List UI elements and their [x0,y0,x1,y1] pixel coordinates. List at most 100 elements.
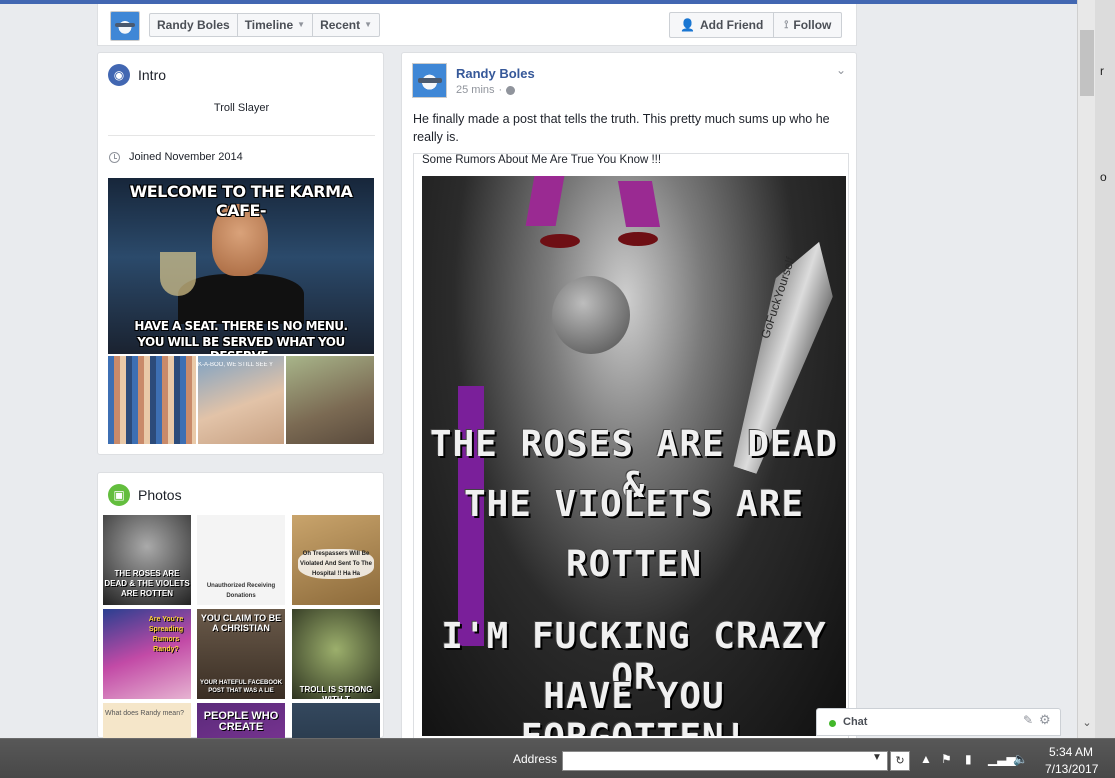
browser-viewport: Randy Boles Timeline ▼ Recent ▼ 👤 Add Frie… [0,0,1077,738]
photo-tile[interactable]: YOU CLAIM TO BE A CHRISTIAN YOUR HATEFUL… [197,609,285,699]
volume-icon[interactable]: 🔈 [1013,752,1028,766]
chat-label: Chat [843,716,868,728]
meme-eye [540,234,580,248]
photo-tile-caption: Oh Trespassers Will Be Violated And Sent… [298,549,374,579]
intro-header: ◉ Intro [108,64,166,86]
featured-photo-animal[interactable] [286,356,374,444]
chevron-down-icon[interactable]: ⌄ [836,63,846,77]
post-timestamp[interactable]: 25 mins [456,84,495,96]
address-input[interactable] [562,751,888,771]
profile-name-label: Randy Boles [157,18,230,32]
edge-glyph: o [1100,170,1107,184]
mini-photo-caption: K-A-BOO, WE STILL SEE Y [198,362,274,368]
tab-timeline[interactable]: Timeline ▼ [238,14,314,36]
featured-bottom-line1: HAVE A SEAT. THERE IS NO MENU. [134,319,348,333]
follow-button[interactable]: ⟟ Follow [773,13,841,37]
vertical-scrollbar[interactable]: ⌄ [1077,0,1095,738]
meme-text-line: HAVE YOU FORGOTTEN! [521,676,747,736]
clock-time[interactable]: 5:34 AM [1049,745,1093,759]
photos-icon: ▣ [108,484,130,506]
photo-tile-caption: TROLL IS STRONG WITH T [299,685,373,699]
photo-tile-caption: YOU CLAIM TO BE A CHRISTIAN [200,613,282,633]
meme-text-line: THE VIOLETS ARE [463,484,805,525]
photos-card: ▣ Photos THE ROSES ARE DEAD & THE VIOLET… [97,472,384,738]
featured-photo-karma-cafe[interactable]: WELCOME TO THE KARMA CAFE- HAVE A SEAT. … [108,178,374,354]
photo-tile[interactable]: TROLL IS STRONG WITH T [292,609,380,699]
clock-icon [109,151,120,163]
meme-text-line: ROTTEN [565,544,703,585]
scrollbar-thumb[interactable] [1080,30,1094,96]
separator-dot: · [498,84,503,96]
follow-label: Follow [793,18,832,32]
address-toolbar-label: Address [513,752,558,766]
add-friend-button[interactable]: 👤 Add Friend [670,13,773,37]
online-status-dot [829,720,836,727]
chat-bar[interactable]: Chat ✎ ⚙ [816,708,1061,736]
joined-row: Joined November 2014 [109,151,243,163]
photo-tile-caption: Are You're Spreading Rumors Randy? [148,616,184,653]
meme-face-paint [525,176,565,226]
compose-icon[interactable]: ✎ [1023,713,1033,727]
recent-label: Recent [320,18,361,32]
tab-profile-name[interactable]: Randy Boles [150,14,238,36]
post-author-avatar[interactable] [412,63,447,98]
windows-taskbar: Address ▼ ↻ ▲ ⚑ ▮ ▁▃▅ 🔈 5:34 AM 7/13/201… [0,738,1115,778]
network-signal-icon[interactable]: ▁▃▅ [988,752,1016,766]
featured-bottom-line2: YOU WILL BE SERVED WHAT YOU DESERVE. [137,335,345,354]
photos-title[interactable]: Photos [138,487,182,503]
photo-tile[interactable]: Oh Trespassers Will Be Violated And Sent… [292,515,380,605]
meme-glass [160,252,196,296]
photo-tile[interactable]: Are You're Spreading Rumors Randy? [103,609,191,699]
meme-nose [552,276,630,354]
shared-caption: Some Rumors About Me Are True You Know !… [422,154,662,166]
timeline-label: Timeline [244,18,294,32]
shared-photo-clown[interactable]: GoFuckYourself THE ROSES ARE DEAD & THE … [422,176,846,736]
globe-icon: ◉ [108,64,130,86]
meme-figure-suit [178,274,304,324]
caret-down-icon: ▼ [297,20,306,29]
scroll-down-arrow-icon[interactable]: ⌄ [1080,714,1094,732]
gear-icon[interactable]: ⚙ [1039,712,1051,728]
post-text: He finally made a post that tells the tr… [413,112,830,144]
add-friend-label: Add Friend [699,18,764,32]
post-meta: 25 mins · [456,84,516,96]
photo-tile-caption: What does Randy mean? [105,710,184,717]
profile-nav: Randy Boles Timeline ▼ Recent ▼ 👤 Add Frie… [97,4,857,46]
globe-icon[interactable] [506,85,516,95]
post-card: Randy Boles 25 mins · ⌄ He finally made … [401,52,857,738]
profile-actions: 👤 Add Friend ⟟ Follow [669,12,843,38]
featured-top-text: WELCOME TO THE KARMA CAFE- [129,182,353,220]
photo-tile[interactable]: PEOPLE WHO CREATE [197,703,285,738]
photo-tile[interactable]: Unauthorized Receiving Donations [197,515,285,605]
photos-header: ▣ Photos [108,484,182,506]
action-center-flag-icon[interactable]: ⚑ [941,752,952,766]
joined-text: Joined November 2014 [129,151,243,163]
chevron-down-icon[interactable]: ▼ [872,752,882,763]
photo-tile[interactable]: What does Randy mean? [103,703,191,738]
featured-photo-crowd[interactable] [108,356,196,444]
clock-date[interactable]: 7/13/2017 [1045,762,1098,776]
intro-title: Intro [138,67,167,83]
photo-tile-caption: PEOPLE WHO CREATE [203,710,279,733]
divider [108,135,375,136]
caret-down-icon: ▼ [364,20,373,29]
photo-tile-caption: Unauthorized Receiving Donations [206,583,276,599]
rss-icon: ⟟ [784,19,789,31]
post-author-name[interactable]: Randy Boles [456,66,535,81]
power-icon[interactable]: ▮ [965,752,972,766]
meme-face-paint [617,181,661,227]
photo-tile[interactable]: THE ROSES ARE DEAD & THE VIOLETS ARE ROT… [103,515,191,605]
tab-recent[interactable]: Recent ▼ [313,14,379,36]
intro-card: ◉ Intro Troll Slayer Joined November 201… [97,52,384,455]
photo-tile[interactable] [292,703,380,738]
profile-avatar[interactable] [110,11,140,41]
photo-tile-caption: THE ROSES ARE DEAD & THE VIOLETS ARE ROT… [104,569,190,598]
tray-expand-icon[interactable]: ▲ [920,752,932,766]
featured-photo-hands[interactable]: K-A-BOO, WE STILL SEE Y [198,356,284,444]
profile-tabs: Randy Boles Timeline ▼ Recent ▼ [149,13,381,37]
photo-tile-caption-bottom: YOUR HATEFUL FACEBOOK POST THAT WAS A LI… [199,680,283,694]
refresh-icon[interactable]: ↻ [890,751,910,771]
add-friend-icon: 👤 [680,18,695,32]
edge-glyph: r [1100,64,1104,78]
shared-photo-post[interactable]: Some Rumors About Me Are True You Know !… [413,153,849,738]
